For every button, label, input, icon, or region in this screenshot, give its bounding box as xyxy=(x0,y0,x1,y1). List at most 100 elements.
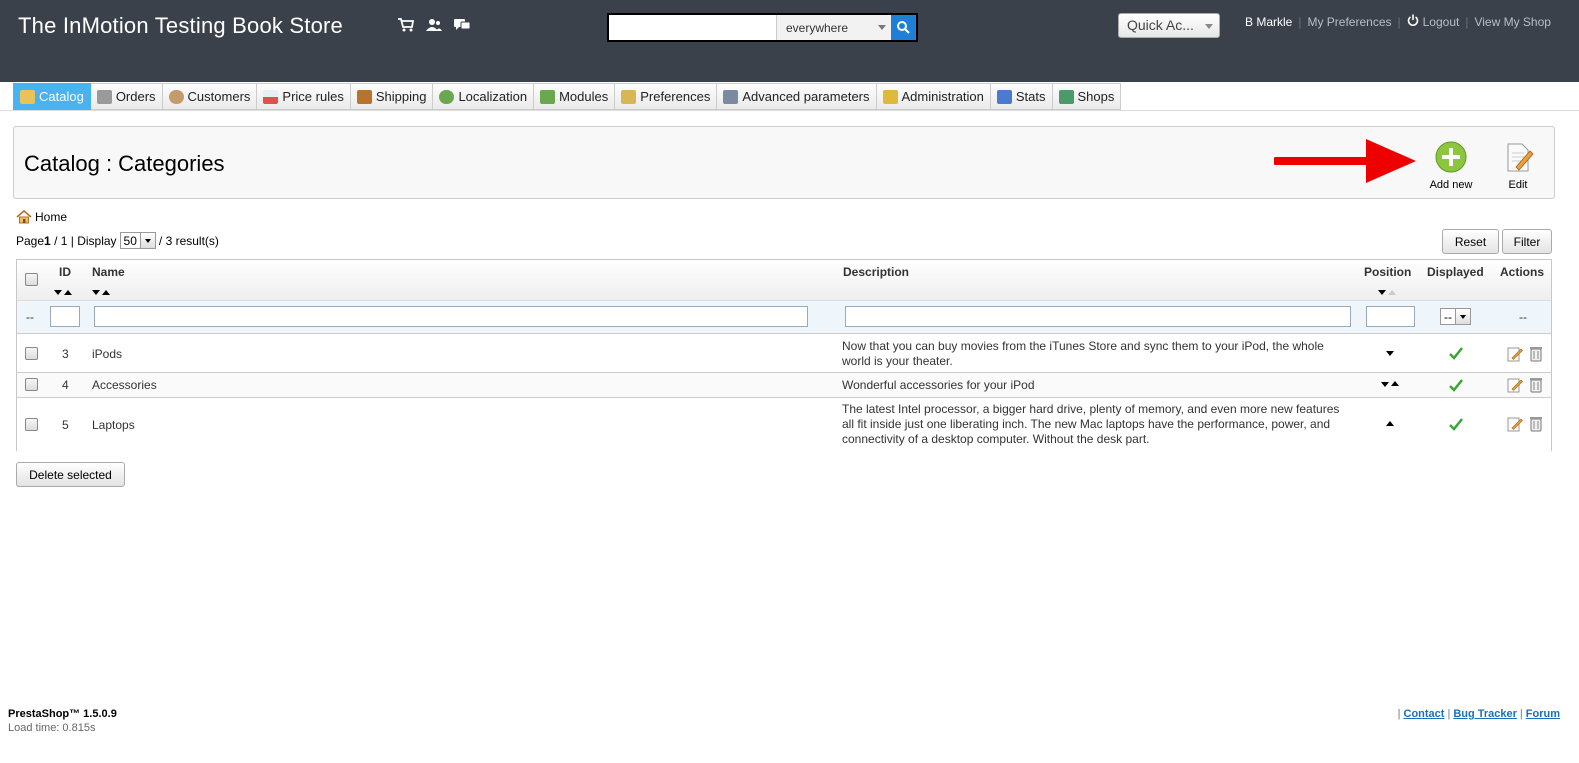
customers-icon[interactable] xyxy=(425,17,443,33)
row-description: The latest Intel processor, a bigger har… xyxy=(842,402,1340,446)
key-icon xyxy=(882,89,898,104)
logout-link[interactable]: Logout xyxy=(1423,15,1460,29)
search-scope-select[interactable]: everywhere xyxy=(776,15,891,40)
filter-displayed-value: -- xyxy=(1444,309,1452,324)
sort-desc-icon[interactable] xyxy=(92,290,100,295)
sort-position[interactable] xyxy=(1378,284,1396,298)
row-name: Laptops xyxy=(92,418,135,432)
breadcrumb-home[interactable]: Home xyxy=(35,210,67,224)
tab-preferences[interactable]: Preferences xyxy=(615,83,718,110)
move-down-icon[interactable] xyxy=(1381,382,1389,387)
sort-asc-icon[interactable] xyxy=(64,290,72,295)
reset-button[interactable]: Reset xyxy=(1442,229,1499,254)
sort-id[interactable] xyxy=(54,284,72,298)
row-id: 3 xyxy=(62,347,69,361)
quick-access-select[interactable]: Quick Ac... xyxy=(1118,13,1220,38)
filter-name-input[interactable] xyxy=(94,306,808,327)
sort-desc-icon[interactable] xyxy=(54,290,62,295)
filter-button[interactable]: Filter xyxy=(1502,229,1552,254)
move-up-icon[interactable] xyxy=(1391,381,1399,386)
result-count: / 3 result(s) xyxy=(158,233,219,248)
tab-shops[interactable]: Shops xyxy=(1052,83,1122,110)
filter-displayed-select[interactable]: -- xyxy=(1440,308,1471,325)
table-row[interactable]: 5 Laptops The latest Intel processor, a … xyxy=(17,398,1551,451)
delete-row-icon[interactable] xyxy=(1529,346,1543,362)
edit-row-icon[interactable] xyxy=(1507,346,1523,362)
tab-catalog[interactable]: Catalog xyxy=(13,83,91,110)
tab-advanced-parameters[interactable]: Advanced parameters xyxy=(717,83,877,110)
home-icon xyxy=(16,210,32,224)
row-id: 4 xyxy=(62,378,69,392)
tab-label: Stats xyxy=(1015,89,1046,104)
tab-customers[interactable]: Customers xyxy=(162,83,258,110)
prefs-icon xyxy=(621,89,637,104)
row-name: iPods xyxy=(92,347,123,361)
row-description: Now that you can buy movies from the iTu… xyxy=(842,339,1324,368)
contact-link[interactable]: Contact xyxy=(1404,708,1445,720)
messages-icon[interactable] xyxy=(453,17,471,33)
move-up-icon[interactable] xyxy=(1386,421,1394,426)
display-count-select[interactable]: 50 xyxy=(119,232,156,249)
delete-row-icon[interactable] xyxy=(1529,377,1543,393)
tab-modules[interactable]: Modules xyxy=(534,83,616,110)
table-header: ID Name Description Position Displayed A… xyxy=(17,260,1551,301)
row-id: 5 xyxy=(62,418,69,432)
sort-desc-icon[interactable] xyxy=(1378,290,1386,295)
footer-info: PrestaShop™ 1.5.0.9 Load time: 0.815s xyxy=(8,708,117,734)
row-checkbox[interactable] xyxy=(25,418,38,431)
globe-icon xyxy=(439,89,455,104)
filter-id-input[interactable] xyxy=(50,306,80,327)
stats-icon xyxy=(996,89,1012,104)
edit-row-icon[interactable] xyxy=(1507,416,1523,432)
tab-localization[interactable]: Localization xyxy=(433,83,535,110)
my-preferences-link[interactable]: My Preferences xyxy=(1307,15,1391,29)
tab-label: Shops xyxy=(1077,89,1115,104)
tab-label: Localization xyxy=(458,89,528,104)
search-input[interactable] xyxy=(609,15,776,40)
tab-stats[interactable]: Stats xyxy=(990,83,1053,110)
table-row[interactable]: 3 iPods Now that you can buy movies from… xyxy=(17,335,1551,373)
tab-label: Administration xyxy=(901,89,984,104)
move-down-icon[interactable] xyxy=(1386,351,1394,356)
delete-selected-button[interactable]: Delete selected xyxy=(16,462,125,487)
edit-row-icon[interactable] xyxy=(1507,377,1523,393)
breadcrumb: Home xyxy=(16,210,67,224)
displayed-check-icon[interactable] xyxy=(1449,346,1463,360)
view-shop-link[interactable]: View My Shop xyxy=(1474,15,1550,29)
shop-title[interactable]: The InMotion Testing Book Store xyxy=(18,13,343,39)
tab-orders[interactable]: Orders xyxy=(90,83,163,110)
displayed-check-icon[interactable] xyxy=(1449,378,1463,392)
power-icon xyxy=(1407,14,1418,26)
tab-shipping[interactable]: Shipping xyxy=(350,83,434,110)
filter-description-input[interactable] xyxy=(845,306,1351,327)
search-button[interactable] xyxy=(891,15,916,40)
sort-name[interactable] xyxy=(92,284,110,298)
column-description: Description xyxy=(843,265,910,279)
shop-icon xyxy=(1058,89,1074,104)
tab-price-rules[interactable]: Price rules xyxy=(257,83,351,110)
cart-icon[interactable] xyxy=(397,17,415,33)
user-name: B Markle xyxy=(1245,15,1293,29)
page-total: / 1 | Display xyxy=(54,233,117,248)
tab-label: Catalog xyxy=(39,89,84,104)
page-current: 1 xyxy=(44,233,51,248)
chevron-down-icon xyxy=(878,25,886,30)
edit-button[interactable]: Edit xyxy=(1486,141,1550,191)
filter-position-input[interactable] xyxy=(1366,306,1415,327)
sort-asc-icon[interactable] xyxy=(102,290,110,295)
delete-row-icon[interactable] xyxy=(1529,416,1543,432)
table-row[interactable]: 4 Accessories Wonderful accessories for … xyxy=(17,373,1551,398)
row-checkbox[interactable] xyxy=(25,347,38,360)
price-icon xyxy=(263,89,279,104)
display-count-value: 50 xyxy=(123,233,137,248)
row-checkbox[interactable] xyxy=(25,378,38,391)
sort-asc-icon[interactable] xyxy=(1388,290,1396,295)
bug-tracker-link[interactable]: Bug Tracker xyxy=(1453,708,1517,720)
select-all-checkbox[interactable] xyxy=(25,273,38,286)
displayed-check-icon[interactable] xyxy=(1449,417,1463,431)
tab-administration[interactable]: Administration xyxy=(876,83,991,110)
forum-link[interactable]: Forum xyxy=(1526,708,1560,720)
red-arrow-annotation xyxy=(1274,139,1416,183)
footer-load-time: Load time: 0.815s xyxy=(8,722,96,734)
add-new-button[interactable]: Add new xyxy=(1419,141,1483,191)
